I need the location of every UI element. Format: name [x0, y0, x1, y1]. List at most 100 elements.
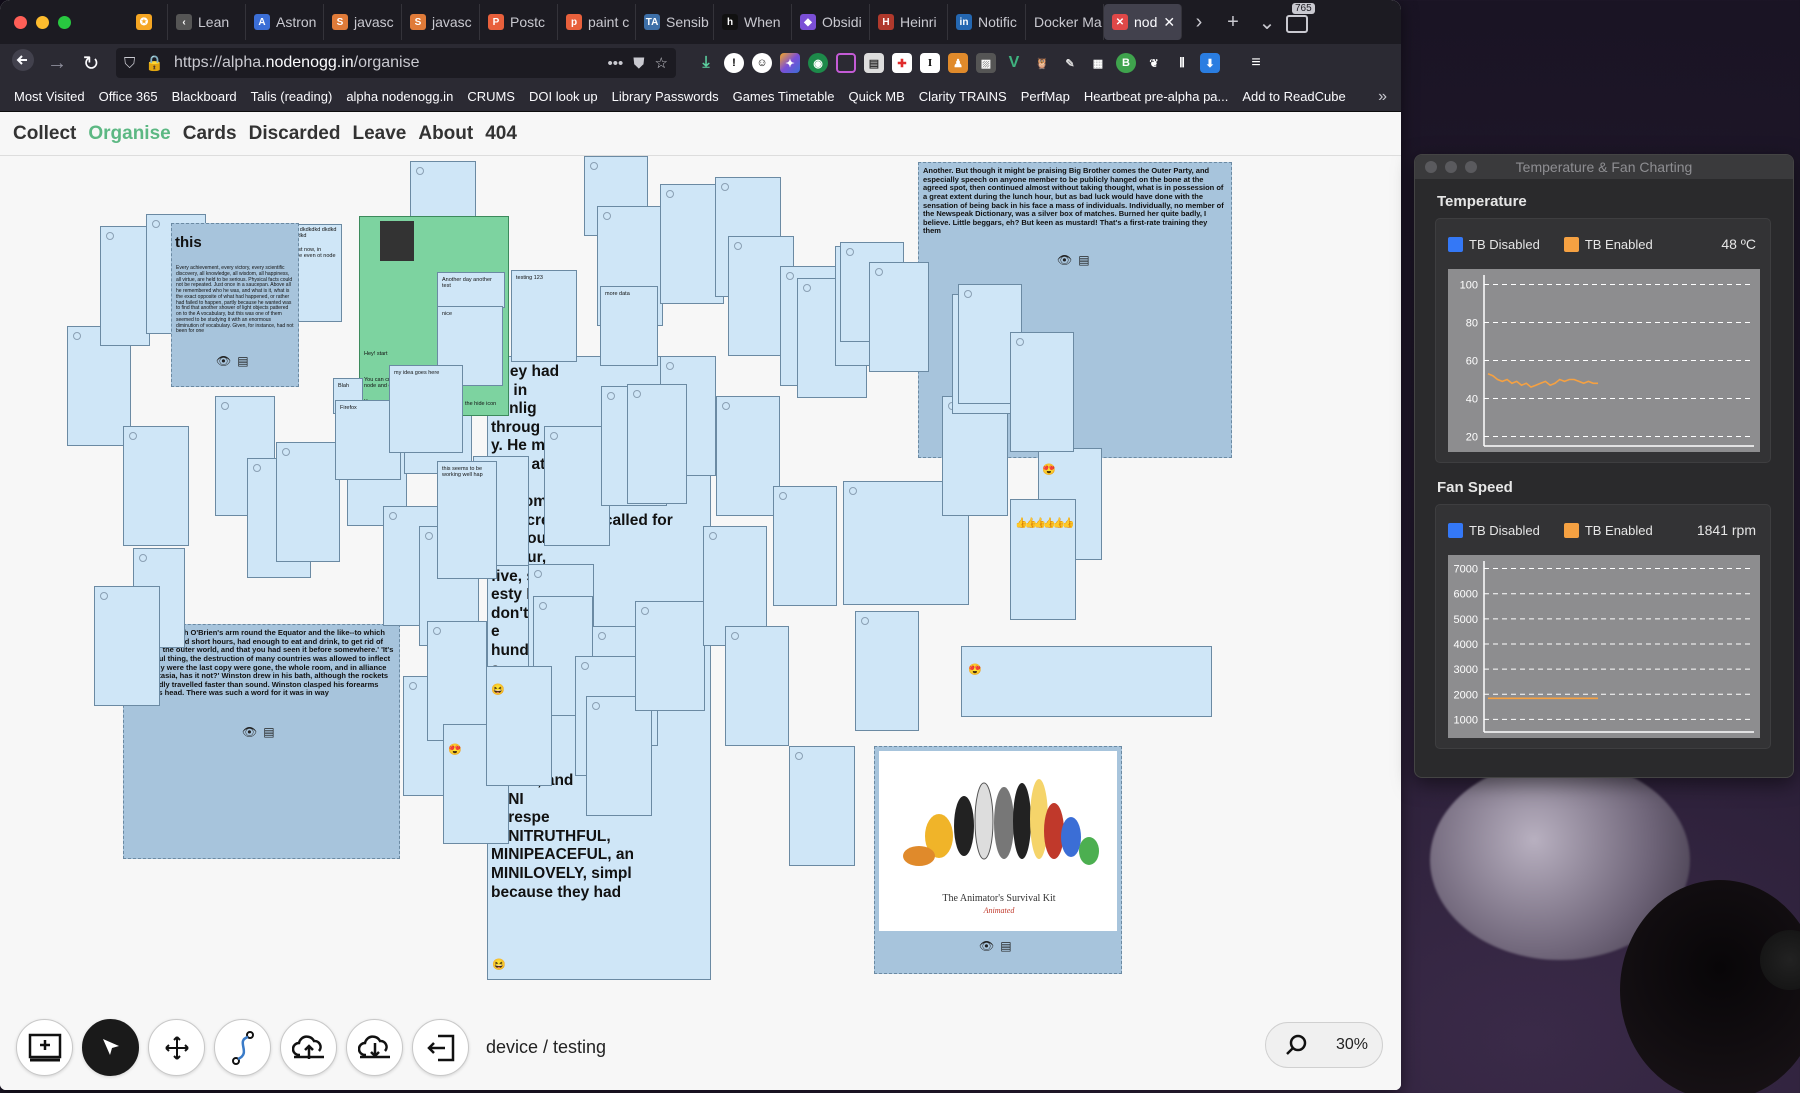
- node-card[interactable]: 😍: [961, 646, 1212, 717]
- extension-leaf-icon[interactable]: ❦: [1144, 53, 1164, 73]
- forward-button[interactable]: →: [40, 52, 74, 75]
- node-card[interactable]: [586, 696, 652, 816]
- upload-button[interactable]: [280, 1019, 337, 1076]
- extension-b-icon[interactable]: B: [1116, 53, 1136, 73]
- eye-icon[interactable]: 👁: [242, 725, 257, 739]
- nav-collect[interactable]: Collect: [13, 123, 76, 145]
- node-card[interactable]: [855, 611, 919, 731]
- pocket-icon[interactable]: ⛊: [633, 55, 644, 72]
- tab-scroll-right-icon[interactable]: ›: [1182, 11, 1216, 34]
- eye-icon[interactable]: 👁: [1057, 253, 1072, 267]
- bookmark-item[interactable]: alpha nodenogg.in: [346, 89, 453, 104]
- browser-tab[interactable]: ‹ Lean: [168, 4, 246, 40]
- node-card[interactable]: testing 123: [511, 270, 577, 362]
- reader-icon[interactable]: ▤: [864, 53, 884, 73]
- shield-icon[interactable]: ⛉: [124, 55, 135, 72]
- bookmark-item[interactable]: Talis (reading): [251, 89, 333, 104]
- url-text[interactable]: https://alpha.nodenogg.in/organise: [174, 54, 598, 72]
- node-card[interactable]: [123, 426, 189, 546]
- bookmark-item[interactable]: Heartbeat pre-alpha pa...: [1084, 89, 1229, 104]
- extension-puzzle-icon[interactable]: ✦: [780, 53, 800, 73]
- connect-tool-button[interactable]: [214, 1019, 271, 1076]
- close-tab-icon[interactable]: ✕: [1163, 14, 1175, 31]
- zoom-control[interactable]: 30%: [1265, 1022, 1383, 1068]
- extension-cross-icon[interactable]: ✚: [892, 53, 912, 73]
- browser-tab[interactable]: Sjavasc: [402, 4, 480, 40]
- card-icon[interactable]: ▤: [1000, 939, 1011, 953]
- bookmark-item[interactable]: Clarity TRAINS: [919, 89, 1007, 104]
- card-icon[interactable]: ▤: [1078, 253, 1089, 267]
- nav-404[interactable]: 404: [485, 123, 517, 145]
- node-card[interactable]: [773, 486, 837, 606]
- browser-tab[interactable]: h When: [714, 4, 792, 40]
- more-bookmarks-icon[interactable]: »: [1378, 88, 1387, 106]
- new-node-button[interactable]: [16, 1019, 73, 1076]
- extension-person-icon[interactable]: ♟: [948, 53, 968, 73]
- node-card[interactable]: [427, 621, 487, 741]
- minimize-window-button[interactable]: [36, 15, 49, 29]
- back-button[interactable]: [6, 49, 40, 77]
- download-button[interactable]: [346, 1019, 403, 1076]
- extension-globe-icon[interactable]: ◉: [808, 53, 828, 73]
- grid-icon[interactable]: ▦: [1088, 53, 1108, 73]
- browser-tab[interactable]: ✕ nod ✕: [1104, 4, 1182, 40]
- bookmark-item[interactable]: PerfMap: [1021, 89, 1070, 104]
- legend-enabled-label[interactable]: TB Enabled: [1585, 523, 1653, 538]
- reload-button[interactable]: ↻: [74, 51, 108, 76]
- eye-icon[interactable]: 👁: [979, 939, 994, 953]
- legend-enabled-label[interactable]: TB Enabled: [1585, 237, 1653, 252]
- library-icon[interactable]: ⫼: [1172, 53, 1192, 73]
- bookmark-item[interactable]: Office 365: [99, 89, 158, 104]
- node-card[interactable]: [100, 226, 150, 346]
- browser-tab[interactable]: TA Sensib: [636, 4, 714, 40]
- bookmark-star-icon[interactable]: ☆: [655, 54, 668, 72]
- node-card[interactable]: 😆: [486, 666, 552, 786]
- card-icon[interactable]: ▤: [237, 354, 248, 368]
- browser-tab[interactable]: p paint c: [558, 4, 636, 40]
- extension-i-icon[interactable]: I: [920, 53, 940, 73]
- legend-disabled-label[interactable]: TB Disabled: [1469, 523, 1540, 538]
- browser-tab[interactable]: Docker Ma: [1026, 4, 1104, 40]
- select-tool-button[interactable]: [82, 1019, 139, 1076]
- node-card[interactable]: [627, 384, 687, 504]
- node-card[interactable]: [716, 396, 780, 516]
- node-card-selected[interactable]: this Every achievement, every victory, e…: [171, 223, 299, 387]
- bookmark-item[interactable]: Quick MB: [848, 89, 904, 104]
- node-card[interactable]: [94, 586, 160, 706]
- download-icon[interactable]: ⤓: [696, 53, 716, 73]
- download-manager-icon[interactable]: ⬇: [1200, 53, 1220, 73]
- sidebar-icon[interactable]: [836, 53, 856, 73]
- exit-button[interactable]: [412, 1019, 469, 1076]
- node-card[interactable]: 👍👍👍👍👍👍: [1010, 499, 1076, 620]
- browser-tab[interactable]: A Astron: [246, 4, 324, 40]
- bookmark-item[interactable]: DOI look up: [529, 89, 598, 104]
- bookmark-item[interactable]: Games Timetable: [733, 89, 835, 104]
- page-actions-icon[interactable]: •••: [608, 55, 624, 72]
- node-card[interactable]: this seems to be working well hap: [437, 461, 497, 579]
- node-card[interactable]: [789, 746, 855, 866]
- nav-organise[interactable]: Organise: [88, 123, 170, 145]
- hamburger-menu-icon[interactable]: ≡: [1246, 53, 1266, 73]
- eye-icon[interactable]: 👁: [216, 354, 231, 368]
- zoom-window-button[interactable]: [58, 15, 71, 29]
- bookmark-item[interactable]: Most Visited: [14, 89, 85, 104]
- browser-tab[interactable]: H Heinri: [870, 4, 948, 40]
- nav-discarded[interactable]: Discarded: [249, 123, 341, 145]
- tab-list-chevron-icon[interactable]: ⌄: [1250, 10, 1284, 35]
- bookmark-item[interactable]: Add to ReadCube: [1242, 89, 1345, 104]
- node-card[interactable]: [725, 626, 789, 746]
- nav-cards[interactable]: Cards: [183, 123, 237, 145]
- extension-owl-icon[interactable]: 🦉: [1032, 53, 1052, 73]
- legend-disabled-label[interactable]: TB Disabled: [1469, 237, 1540, 252]
- pen-icon[interactable]: ✎: [1060, 53, 1080, 73]
- node-card[interactable]: Another day another test: [437, 272, 505, 308]
- node-card[interactable]: [635, 601, 705, 711]
- node-card-selected[interactable]: He stood up with O'Brien's arm round the…: [123, 624, 400, 859]
- node-card[interactable]: [869, 262, 929, 372]
- extension-info-icon[interactable]: !: [724, 53, 744, 73]
- card-icon[interactable]: ▤: [263, 725, 274, 739]
- node-card[interactable]: [276, 442, 340, 562]
- browser-tab[interactable]: in Notific: [948, 4, 1026, 40]
- bookmark-item[interactable]: Library Passwords: [612, 89, 719, 104]
- url-bar[interactable]: ⛉ 🔒 https://alpha.nodenogg.in/organise •…: [116, 48, 676, 78]
